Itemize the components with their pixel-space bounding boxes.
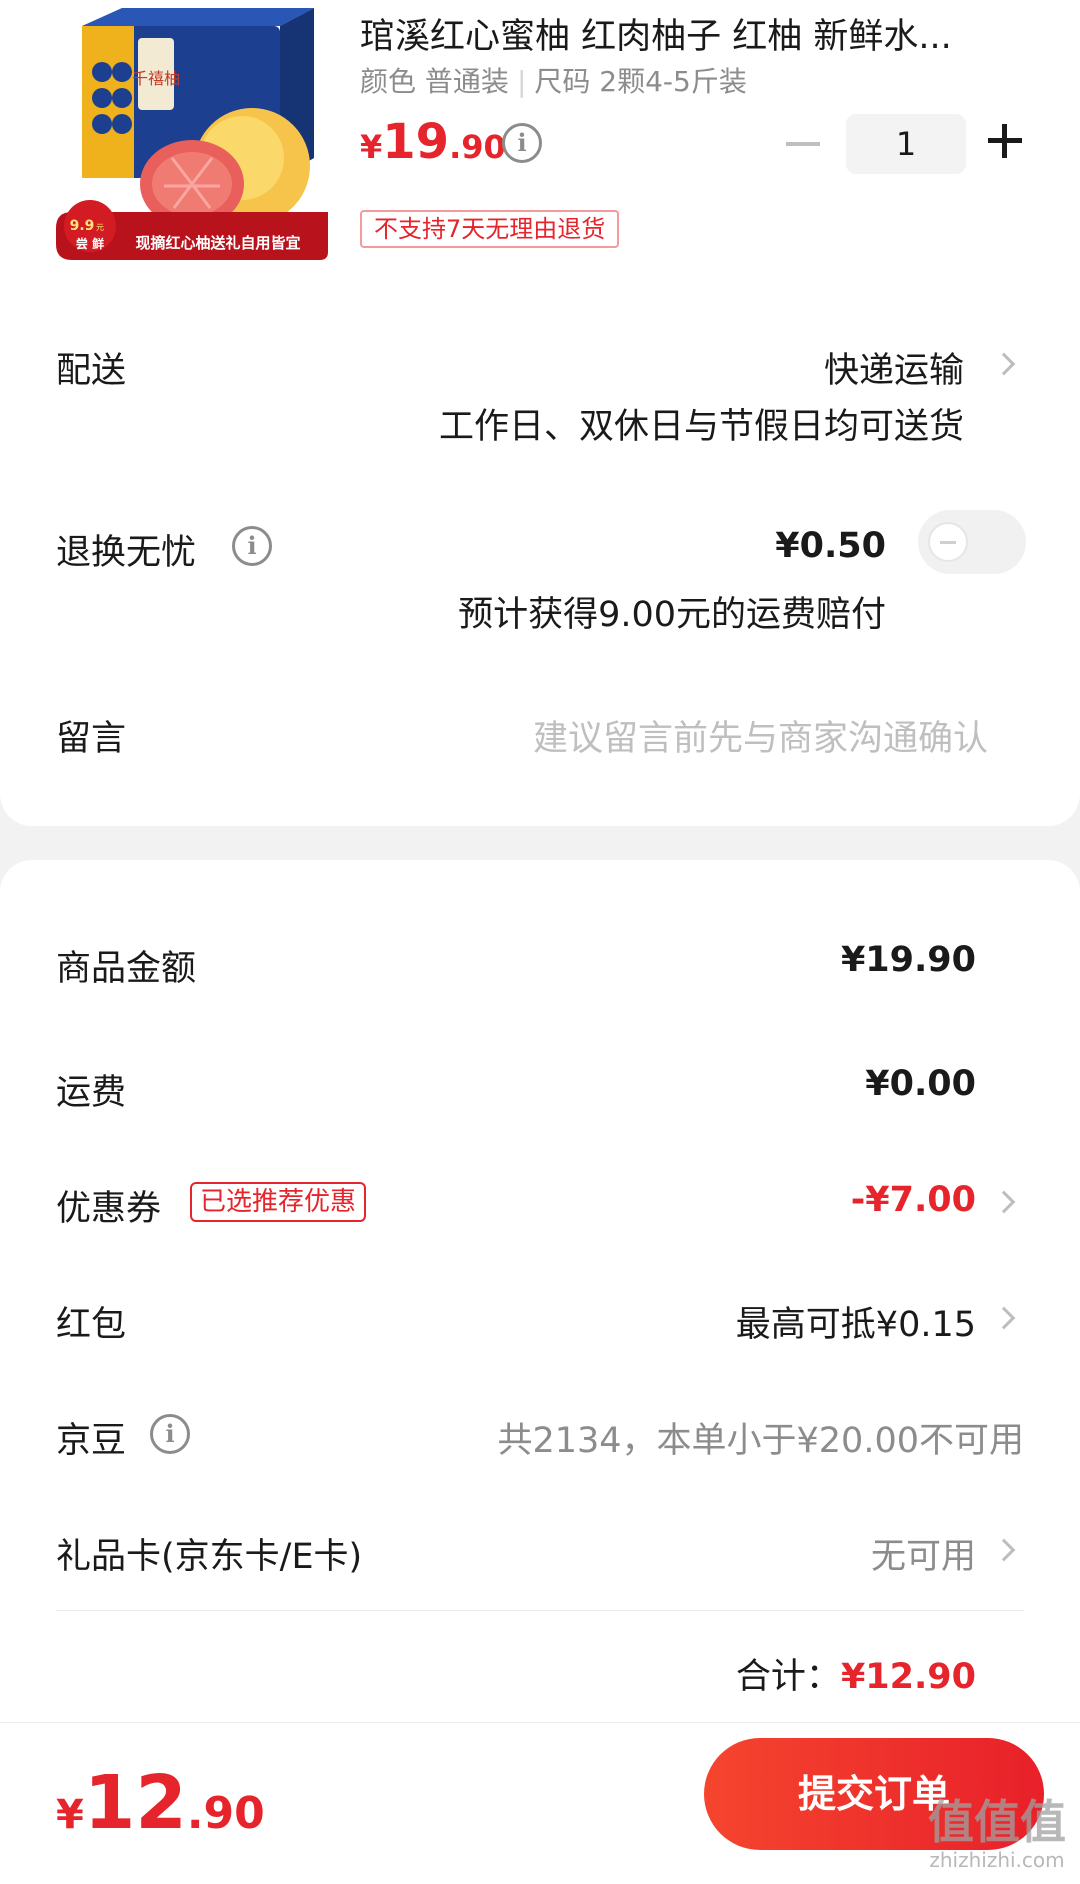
gift-card-value[interactable]: 无可用 [871,1528,976,1579]
summary-divider [56,1610,1024,1611]
delivery-schedule: 工作日、双休日与节假日均可送货 [438,407,964,447]
return-compensation-note: 预计获得9.00元的运费赔付 [458,595,886,635]
spec-separator: | [516,65,527,98]
no-return-tag: 不支持7天无理由退货 [360,210,620,248]
spec-color-label: 颜色 [360,65,417,98]
message-input[interactable]: 建议留言前先与商家沟通确认 [533,710,988,761]
gift-card-label: 礼品卡(京东卡/E卡) [56,1537,363,1577]
spec-size-label: 尺码 [534,65,591,98]
brand-text: 千禧柚 [132,69,180,88]
return-worry-free-price: ¥0.50 [775,526,886,566]
svg-text:9.9: 9.9 [70,218,95,234]
quantity-minus-button[interactable] [786,142,820,146]
product-spec: 颜色 普通装 | 尺码 2颗4-5斤装 [360,60,747,100]
svg-text:元: 元 [96,223,104,232]
product-price: ¥19.90 [360,114,506,170]
svg-text:现摘红心柚送礼自用皆宜: 现摘红心柚送礼自用皆宜 [135,234,300,252]
watermark-url: zhizhizhi.com [929,1848,1065,1872]
spec-color-value: 普通装 [424,65,509,98]
return-info-icon[interactable]: i [232,526,272,566]
watermark-logo: 值值值 [928,1795,1066,1849]
shipping-fee-value: ¥0.00 [865,1064,976,1104]
delivery-method[interactable]: 快递运输 [824,342,964,393]
goods-amount-label: 商品金额 [56,949,197,989]
jingdou-label: 京豆 [56,1421,127,1461]
product-title[interactable]: 琯溪红心蜜柚 红肉柚子 红柚 新鲜水... [360,8,1010,59]
return-worry-free-label: 退换无忧 [56,533,197,573]
coupon-label: 优惠券 [56,1189,162,1229]
delivery-label: 配送 [56,351,127,391]
product-image[interactable]: 千禧柚 9.9 元 尝 鲜 现摘红心柚送礼自用皆宜 [52,8,328,272]
message-label: 留言 [56,719,127,759]
return-worry-free-toggle[interactable] [918,510,1026,574]
quantity-plus-button[interactable] [988,124,1022,158]
red-packet-value[interactable]: 最高可抵¥0.15 [736,1296,976,1347]
quantity-input[interactable]: 1 [846,114,966,174]
coupon-value[interactable]: -¥7.00 [851,1180,976,1220]
order-item-card: 千禧柚 9.9 元 尝 鲜 现摘红心柚送礼自用皆宜 琯溪红心蜜柚 红肉柚子 红柚… [0,0,1080,826]
site-watermark: 值值值 zhizhizhi.com [926,1796,1068,1872]
jingdou-info-icon[interactable]: i [150,1414,190,1454]
total-label: 合计： [735,1657,841,1697]
order-total: 合计：¥12.90 [736,1648,976,1699]
payable-amount: ¥12.90 [56,1760,265,1846]
goods-amount-value: ¥19.90 [840,940,976,980]
price-info-icon[interactable]: i [502,123,542,163]
spec-size-value: 2颗4-5斤装 [599,65,747,98]
toggle-knob [928,522,968,562]
total-value: ¥12.90 [840,1657,976,1697]
svg-text:尝 鲜: 尝 鲜 [76,236,104,251]
coupon-selected-tag: 已选推荐优惠 [190,1182,367,1222]
delivery-chevron-icon[interactable] [992,352,1016,376]
jingdou-value: 共2134，本单小于¥20.00不可用 [497,1421,1024,1461]
shipping-fee-label: 运费 [56,1073,127,1113]
red-packet-label: 红包 [56,1305,127,1345]
